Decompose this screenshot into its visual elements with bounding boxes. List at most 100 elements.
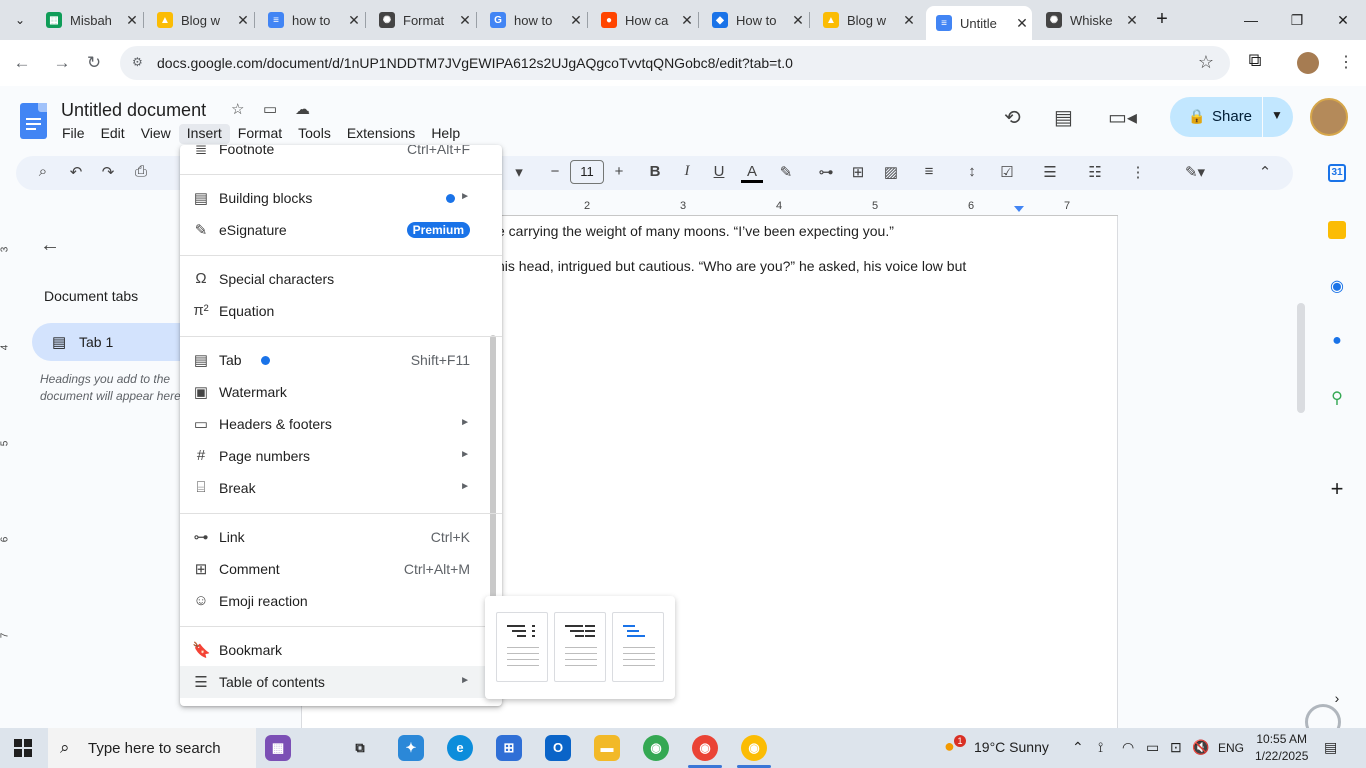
- meet-icon[interactable]: ▭◂: [1108, 105, 1137, 130]
- decrease-font-icon[interactable]: −: [544, 163, 566, 180]
- menu-format[interactable]: Format: [230, 124, 290, 144]
- undo-icon[interactable]: ↶: [65, 163, 87, 181]
- close-tab-icon[interactable]: ✕: [455, 12, 475, 29]
- system-clock[interactable]: 10:55 AM 1/22/2025: [1255, 731, 1308, 765]
- share-button[interactable]: 🔒 Share ▼: [1170, 97, 1293, 137]
- extensions-icon[interactable]: ⧉: [1243, 50, 1267, 74]
- star-icon[interactable]: ☆: [231, 100, 244, 118]
- body-paragraph-2[interactable]: his head, intrigued but cautious. “Who a…: [497, 258, 966, 274]
- browser-tab[interactable]: ✺ Whiske ✕: [1036, 6, 1142, 34]
- menu-item-comment[interactable]: ⊞ Comment Ctrl+Alt+M: [180, 553, 502, 585]
- text-color-icon[interactable]: A: [741, 163, 763, 183]
- search-menus-icon[interactable]: ⌕: [32, 163, 54, 180]
- wifi-icon[interactable]: ◠: [1122, 739, 1134, 756]
- browser-menu-icon[interactable]: ⋮: [1338, 52, 1354, 72]
- maps-icon[interactable]: ⚲: [1328, 388, 1346, 407]
- toc-option-dotted[interactable]: [554, 612, 606, 682]
- browser-tab[interactable]: ◆ How to ✕: [702, 6, 810, 34]
- menu-item-emoji-reaction[interactable]: ☺ Emoji reaction: [180, 585, 502, 617]
- docs-logo-icon[interactable]: [20, 103, 47, 139]
- body-paragraph-1[interactable]: e carrying the weight of many moons. “I’…: [497, 223, 894, 239]
- browser-tab[interactable]: ≡ Untitle ✕: [926, 6, 1032, 40]
- copilot-icon[interactable]: ✦: [398, 735, 424, 761]
- underline-icon[interactable]: U: [708, 163, 730, 180]
- network-icon[interactable]: ⟟: [1098, 739, 1103, 756]
- tab-search-chevron-icon[interactable]: ⌄: [8, 8, 32, 32]
- page-scrollbar[interactable]: [1297, 303, 1305, 413]
- toc-option-blue-links[interactable]: [612, 612, 664, 682]
- menu-item-watermark[interactable]: ▣ Watermark: [180, 376, 502, 408]
- task-view-icon[interactable]: ⧉: [347, 735, 373, 761]
- chrome-icon[interactable]: ◉: [643, 735, 669, 761]
- document-title[interactable]: Untitled document: [61, 100, 206, 121]
- close-window-button[interactable]: ✕: [1320, 6, 1366, 34]
- menu-item-headers-footers[interactable]: ▭ Headers & footers ►: [180, 408, 502, 440]
- menu-item-link[interactable]: ⊶ Link Ctrl+K: [180, 521, 502, 553]
- italic-icon[interactable]: I: [676, 163, 698, 180]
- close-tab-icon[interactable]: ✕: [1122, 12, 1142, 29]
- bookmark-star-icon[interactable]: ☆: [1198, 52, 1214, 73]
- share-dropdown-icon[interactable]: ▼: [1271, 108, 1283, 122]
- line-spacing-icon[interactable]: ↕: [961, 163, 983, 180]
- profile-avatar[interactable]: [1297, 52, 1319, 74]
- menu-item-equation[interactable]: π² Equation: [180, 295, 502, 327]
- tasks-icon[interactable]: ◉: [1328, 276, 1346, 295]
- omnibox[interactable]: ⚙ docs.google.com/document/d/1nUP1NDDTM7…: [120, 46, 1230, 80]
- menu-tools[interactable]: Tools: [290, 124, 339, 144]
- new-tab-button[interactable]: +: [1150, 8, 1174, 32]
- menu-item-table-of-contents[interactable]: ☰ Table of contents ►: [180, 666, 502, 698]
- toc-option-plain-numbers[interactable]: [496, 612, 548, 682]
- reload-button[interactable]: ↻: [82, 51, 106, 75]
- browser-tab[interactable]: ▦ Misbah ✕: [36, 6, 144, 34]
- browser-tab[interactable]: ● How ca ✕: [591, 6, 699, 34]
- align-icon[interactable]: ≡: [918, 163, 940, 180]
- close-tab-icon[interactable]: ✕: [344, 12, 364, 29]
- browser-tab[interactable]: ▲ Blog w ✕: [813, 6, 919, 34]
- checklist-icon[interactable]: ☑: [996, 163, 1018, 181]
- taskbar-news-icon[interactable]: ▦: [265, 735, 291, 761]
- site-info-icon[interactable]: ⚙: [132, 55, 148, 71]
- windows-start-icon[interactable]: [14, 739, 32, 757]
- redo-icon[interactable]: ↷: [97, 163, 119, 181]
- chrome-profile-m-icon[interactable]: ◉: [688, 735, 722, 768]
- close-tab-icon[interactable]: ✕: [233, 12, 253, 29]
- editing-mode-icon[interactable]: ✎▾: [1184, 163, 1206, 181]
- menu-insert[interactable]: Insert: [178, 124, 230, 144]
- bulleted-list-icon[interactable]: ☰: [1039, 163, 1061, 181]
- language-indicator[interactable]: ENG: [1218, 741, 1244, 755]
- highlight-icon[interactable]: ✎: [775, 163, 797, 181]
- insert-image-icon[interactable]: ▨: [880, 163, 902, 181]
- increase-font-icon[interactable]: +: [608, 163, 630, 180]
- close-tab-icon[interactable]: ✕: [122, 12, 142, 29]
- document-tab-1[interactable]: ▤ Tab 1: [32, 323, 192, 361]
- menu-edit[interactable]: Edit: [93, 124, 133, 144]
- close-tab-icon[interactable]: ✕: [677, 12, 697, 29]
- browser-tab[interactable]: ✺ Format ✕: [369, 6, 477, 34]
- hide-menus-chevron-icon[interactable]: ⌃: [1254, 163, 1276, 181]
- show-hidden-icons-chevron-icon[interactable]: ⌃: [1072, 739, 1084, 756]
- menu-view[interactable]: View: [133, 124, 179, 144]
- browser-tab[interactable]: ≡ how to ✕: [258, 6, 366, 34]
- menu-item-break[interactable]: ⌸ Break ►: [180, 472, 502, 504]
- font-dropdown-icon[interactable]: ▾: [508, 163, 530, 181]
- menu-item-tab[interactable]: ▤ Tab Shift+F11: [180, 344, 502, 376]
- restore-button[interactable]: ❐: [1274, 6, 1320, 34]
- taskbar-search-box[interactable]: ⌕ Type here to search: [48, 728, 256, 768]
- battery-icon[interactable]: ▭: [1146, 739, 1159, 756]
- menu-item-building-blocks[interactable]: ▤ Building blocks ►: [180, 182, 502, 214]
- volume-muted-icon[interactable]: 🔇: [1192, 739, 1209, 756]
- link-icon[interactable]: ⊶: [815, 163, 837, 181]
- contacts-icon[interactable]: ●: [1328, 332, 1346, 350]
- keep-icon[interactable]: [1328, 221, 1346, 239]
- notifications-icon[interactable]: ▤: [1324, 739, 1337, 756]
- close-outline-arrow-icon[interactable]: ←: [40, 234, 60, 257]
- meet-now-icon[interactable]: ⊡: [1170, 739, 1182, 756]
- browser-tab[interactable]: Ghow to ✕: [480, 6, 588, 34]
- close-tab-icon[interactable]: ✕: [788, 12, 808, 29]
- calendar-icon[interactable]: 31: [1328, 164, 1346, 182]
- store-icon[interactable]: ⊞: [496, 735, 522, 761]
- chrome-profile-user-icon[interactable]: ◉: [737, 735, 771, 768]
- close-tab-icon[interactable]: ✕: [1012, 15, 1032, 32]
- menu-item-bookmark[interactable]: 🔖 Bookmark: [180, 634, 502, 666]
- cloud-status-icon[interactable]: ☁: [295, 100, 310, 118]
